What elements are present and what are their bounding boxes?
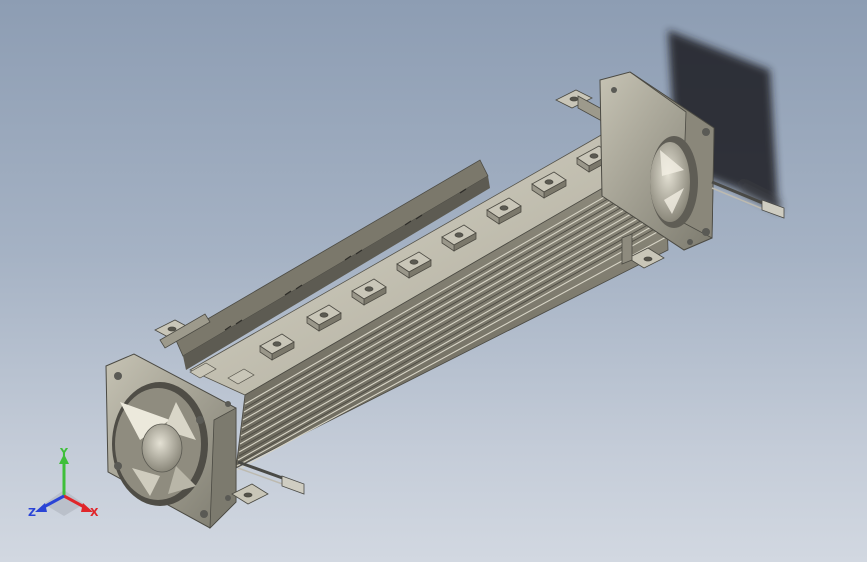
front-lower-bracket <box>231 483 269 505</box>
z-axis-arrow <box>35 503 47 512</box>
y-axis-label: Y <box>59 446 69 459</box>
x-axis-label: X <box>90 506 99 519</box>
assembly-model[interactable] <box>0 0 867 562</box>
3d-viewport[interactable]: Y X Z <box>0 0 867 562</box>
z-axis-label: Z <box>28 506 36 519</box>
orientation-triad[interactable]: Y X Z <box>22 446 112 526</box>
